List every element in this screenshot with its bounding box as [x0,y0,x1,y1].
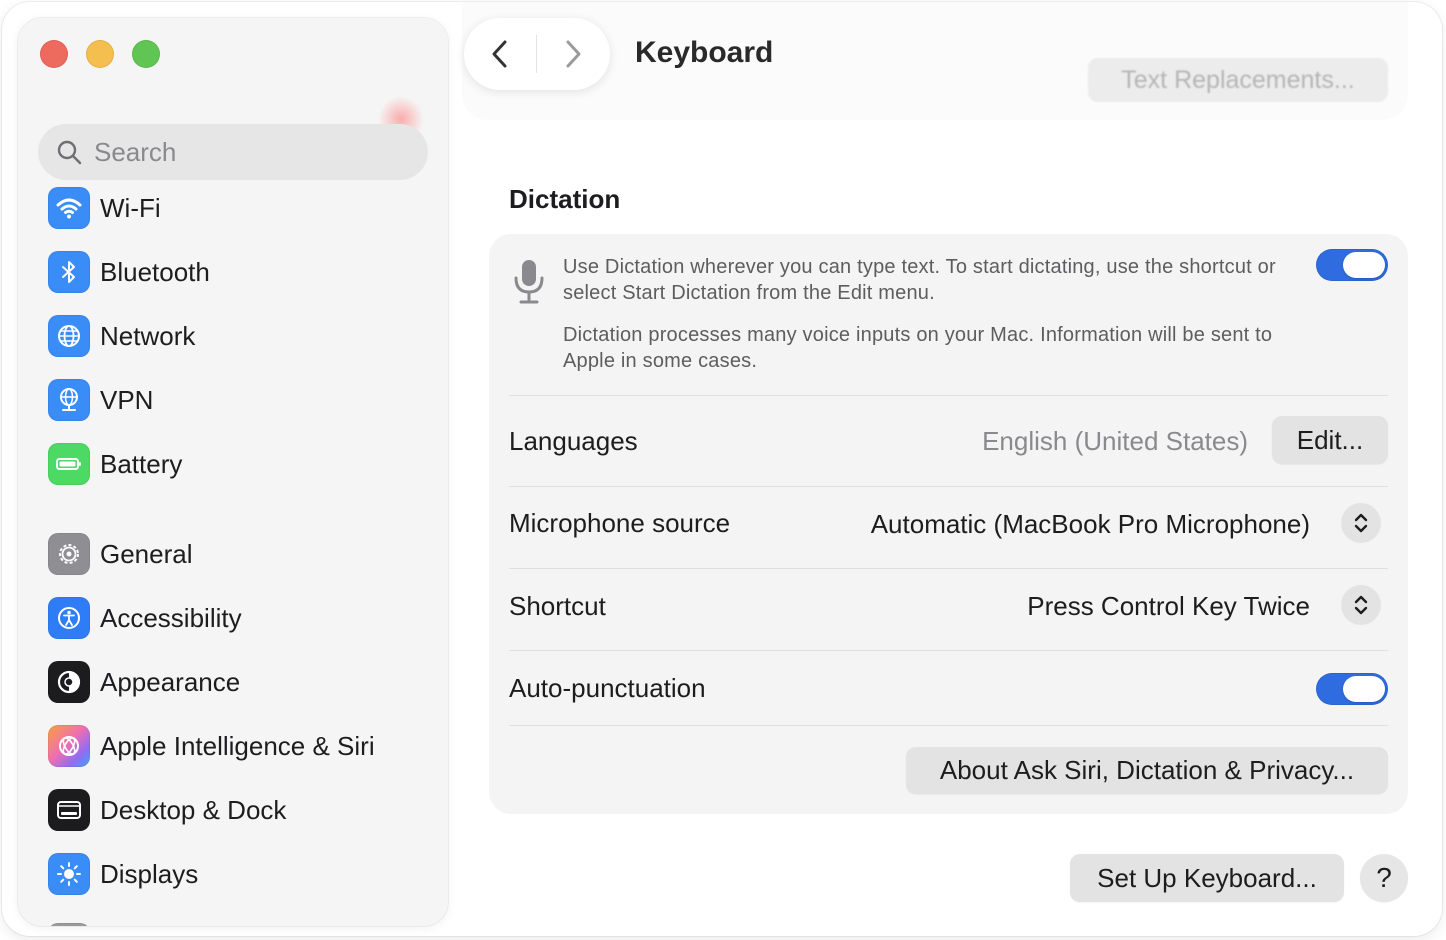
search-icon [57,140,82,165]
set-up-keyboard-button[interactable]: Set Up Keyboard... [1070,854,1344,902]
sidebar: Search Wi-Fi Bluetooth Network VPN Batte… [18,18,448,926]
divider [509,725,1388,726]
partial-icon [48,923,90,926]
siri-icon [48,725,90,767]
edit-languages-button[interactable]: Edit... [1272,416,1388,464]
sidebar-item-label: Appearance [100,666,241,697]
chevron-left-icon [492,40,507,68]
text-replacements-button[interactable]: Text Replacements... [1088,58,1388,102]
bluetooth-icon [48,251,90,293]
search-placeholder: Search [94,136,177,167]
sidebar-item-network[interactable]: Network [48,312,195,360]
chevron-up-down-icon [1354,595,1368,615]
appearance-icon [48,661,90,703]
divider [509,395,1388,396]
sidebar-item-label: Battery [100,448,183,479]
auto-punctuation-toggle[interactable] [1316,673,1388,705]
close-window-button[interactable] [40,40,68,68]
divider [509,650,1388,651]
divider [509,568,1388,569]
microphone-source-popup[interactable] [1341,503,1381,543]
sun-icon [48,853,90,895]
sidebar-item-label: Accessibility [100,602,242,633]
dock-icon [48,789,90,831]
search-field[interactable]: Search [38,124,428,180]
accessibility-icon [48,597,90,639]
settings-window: Keyboard Text Replacements... Search Wi-… [2,2,1442,936]
sidebar-item-general[interactable]: General [48,530,193,578]
toggle-knob [1343,676,1385,702]
sidebar-item-wifi[interactable]: Wi-Fi [48,184,161,232]
shortcut-value[interactable]: Press Control Key Twice [1027,591,1310,622]
gear-icon [48,533,90,575]
zoom-window-button[interactable] [132,40,160,68]
languages-value: English (United States) [982,426,1248,456]
auto-punctuation-label: Auto-punctuation [509,673,706,703]
sidebar-item-accessibility[interactable]: Accessibility [48,594,242,642]
dictation-description: Use Dictation wherever you can type text… [563,256,1276,304]
dictation-toggle[interactable] [1316,249,1388,281]
sidebar-item-label: Desktop & Dock [100,794,287,825]
chevron-up-down-icon [1354,513,1368,533]
page-title: Keyboard [635,36,774,69]
dictation-privacy-note: Dictation processes many voice inputs on… [563,324,1273,372]
microphone-source-label: Microphone source [509,508,731,538]
sidebar-item-label: Displays [100,858,199,889]
sidebar-item-bluetooth[interactable]: Bluetooth [48,248,210,296]
sidebar-item-label: Bluetooth [100,256,210,287]
forward-button[interactable] [537,18,609,90]
globe-icon [48,315,90,357]
navigation-pill [464,18,610,90]
sidebar-item-label: Apple Intelligence & Siri [100,730,375,761]
chevron-right-icon [566,40,581,68]
wifi-icon [48,187,90,229]
sidebar-item-apple-intelligence-siri[interactable]: Apple Intelligence & Siri [48,722,375,770]
sidebar-item-label: VPN [100,384,154,415]
dictation-section-title: Dictation [509,184,621,214]
sidebar-item-desktop-dock[interactable]: Desktop & Dock [48,786,286,834]
languages-label: Languages [509,426,638,456]
toggle-knob [1343,252,1385,278]
vpn-globe-icon [48,379,90,421]
sidebar-item-label: Network [100,320,196,351]
sidebar-item-displays[interactable]: Displays [48,850,198,898]
back-button[interactable] [464,18,536,90]
microphone-icon [514,260,544,304]
help-button[interactable]: ? [1360,854,1408,902]
sidebar-item-battery[interactable]: Battery [48,440,182,488]
about-siri-dictation-privacy-button[interactable]: About Ask Siri, Dictation & Privacy... [906,747,1388,794]
sidebar-item-label: Wi-Fi [100,192,161,223]
sidebar-item-appearance[interactable]: Appearance [48,658,240,706]
shortcut-label: Shortcut [509,591,606,621]
sidebar-item-vpn[interactable]: VPN [48,376,153,424]
minimize-window-button[interactable] [86,40,114,68]
sidebar-item-label: General [100,538,193,569]
battery-icon [48,443,90,485]
divider [509,486,1388,487]
sidebar-item-partial [48,914,90,926]
shortcut-popup[interactable] [1341,585,1381,625]
microphone-source-value[interactable]: Automatic (MacBook Pro Microphone) [871,509,1310,540]
